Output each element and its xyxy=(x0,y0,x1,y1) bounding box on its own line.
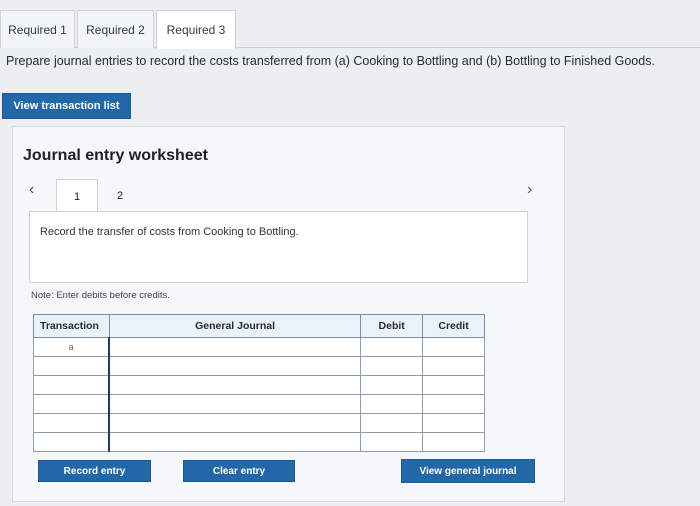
record-entry-button[interactable]: Record entry xyxy=(38,460,151,482)
header-transaction: Transaction xyxy=(33,314,110,338)
table-row xyxy=(33,375,485,395)
page-tab-2[interactable]: 2 xyxy=(99,179,141,212)
tab-required-2[interactable]: Required 2 xyxy=(77,10,154,48)
general-journal-select[interactable] xyxy=(108,413,362,433)
debit-input[interactable] xyxy=(360,337,424,357)
table-row xyxy=(33,413,485,433)
note-text: Note: Enter debits before credits. xyxy=(31,290,170,301)
transaction-cell xyxy=(33,356,110,376)
debit-input[interactable] xyxy=(360,356,424,376)
header-credit: Credit xyxy=(422,314,485,338)
credit-input[interactable] xyxy=(422,375,485,395)
tab-required-3[interactable]: Required 3 xyxy=(156,10,236,49)
journal-entry-worksheet: Journal entry worksheet ‹ › 1 2 Record t… xyxy=(12,126,565,502)
table-row xyxy=(33,432,485,452)
debit-input[interactable] xyxy=(360,413,424,433)
general-journal-select[interactable] xyxy=(108,375,362,395)
credit-input[interactable] xyxy=(422,356,485,376)
transaction-cell xyxy=(33,394,110,414)
transaction-cell xyxy=(33,375,110,395)
credit-input[interactable] xyxy=(422,413,485,433)
credit-input[interactable] xyxy=(422,394,485,414)
transaction-cell: a xyxy=(33,337,110,357)
header-debit: Debit xyxy=(360,314,424,338)
worksheet-title: Journal entry worksheet xyxy=(23,147,208,164)
journal-table: Transaction General Journal Debit Credit… xyxy=(33,314,485,452)
general-journal-select[interactable] xyxy=(108,337,362,357)
instruction-box: Record the transfer of costs from Cookin… xyxy=(29,211,528,283)
chevron-right-icon[interactable]: › xyxy=(527,181,532,199)
question-text: Prepare journal entries to record the co… xyxy=(6,54,655,68)
table-row xyxy=(33,356,485,376)
page-tab-1[interactable]: 1 xyxy=(56,179,98,213)
tab-required-1[interactable]: Required 1 xyxy=(0,10,75,48)
transaction-cell xyxy=(33,432,110,452)
view-general-journal-button[interactable]: View general journal xyxy=(401,459,535,483)
debit-input[interactable] xyxy=(360,394,424,414)
debit-input[interactable] xyxy=(360,375,424,395)
general-journal-select[interactable] xyxy=(108,432,362,452)
view-transaction-list-button[interactable]: View transaction list xyxy=(2,93,131,119)
debit-input[interactable] xyxy=(360,432,424,452)
chevron-left-icon[interactable]: ‹ xyxy=(29,181,34,199)
header-general-journal: General Journal xyxy=(108,314,362,338)
credit-input[interactable] xyxy=(422,337,485,357)
general-journal-select[interactable] xyxy=(108,394,362,414)
general-journal-select[interactable] xyxy=(108,356,362,376)
instruction-text: Record the transfer of costs from Cookin… xyxy=(40,226,299,238)
table-row: a xyxy=(33,337,485,357)
requirement-tabs: Required 1 Required 2 Required 3 xyxy=(0,10,700,49)
credit-input[interactable] xyxy=(422,432,485,452)
table-row xyxy=(33,394,485,414)
transaction-cell xyxy=(33,413,110,433)
clear-entry-button[interactable]: Clear entry xyxy=(183,460,295,482)
